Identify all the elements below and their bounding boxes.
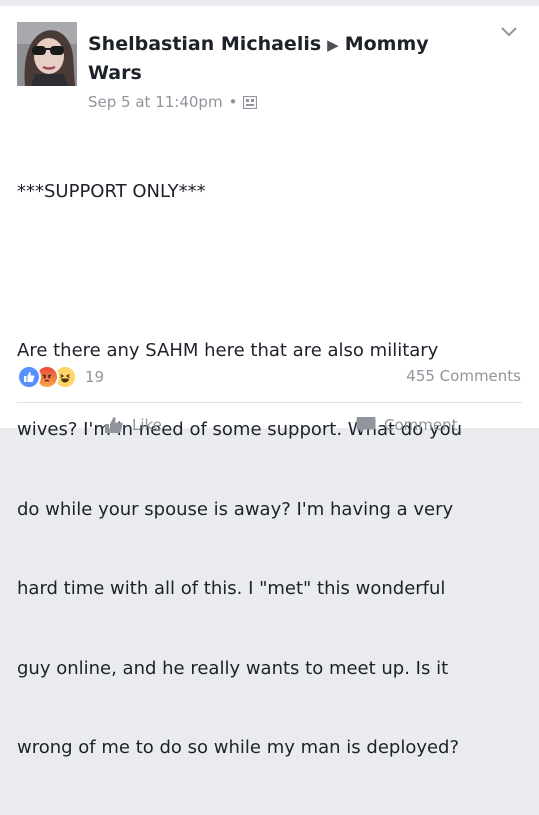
- post-text-line: Are there any SAHM here that are also mi…: [17, 339, 439, 361]
- reaction-count[interactable]: 19: [85, 368, 104, 386]
- comment-icon: [356, 417, 376, 433]
- post-header: Shelbastian Michaelis ▶ Mommy Wars: [88, 30, 478, 87]
- post-action-bar: Like Comment: [0, 410, 539, 434]
- post-card: Shelbastian Michaelis ▶ Mommy Wars Sep 5 a…: [0, 6, 539, 758]
- post-text-line: guy online, and he really wants to meet …: [17, 657, 449, 679]
- comments-count-link[interactable]: 455 Comments: [406, 367, 521, 385]
- post-text-line: ***SUPPORT ONLY***: [17, 181, 206, 202]
- post-meta: Sep 5 at 11:40pm •: [88, 92, 258, 112]
- post-text-line: hard time with all of this. I "met" this…: [17, 578, 446, 599]
- action-divider: [17, 402, 522, 403]
- post-text-line: [17, 259, 522, 285]
- like-reaction-icon: [17, 365, 41, 389]
- meta-separator: •: [228, 93, 238, 111]
- chevron-down-icon[interactable]: [500, 24, 518, 38]
- shared-to-arrow-icon: ▶: [327, 36, 339, 54]
- group-privacy-icon[interactable]: [243, 96, 258, 109]
- comment-button[interactable]: Comment: [356, 416, 458, 434]
- thumbs-up-icon: [105, 417, 123, 433]
- like-label: Like: [132, 416, 162, 434]
- post-timestamp[interactable]: Sep 5 at 11:40pm: [88, 93, 223, 111]
- author-name[interactable]: Shelbastian Michaelis: [88, 33, 321, 55]
- comment-label: Comment: [384, 416, 458, 434]
- avatar[interactable]: [17, 22, 77, 86]
- reactions-summary[interactable]: 19: [17, 365, 104, 389]
- post-text-line: wrong of me to do so while my man is dep…: [17, 737, 460, 758]
- post-body: ***SUPPORT ONLY*** Are there any SAHM he…: [17, 126, 522, 815]
- like-button[interactable]: Like: [104, 416, 162, 434]
- post-text-line: do while your spouse is away? I'm having…: [17, 498, 454, 520]
